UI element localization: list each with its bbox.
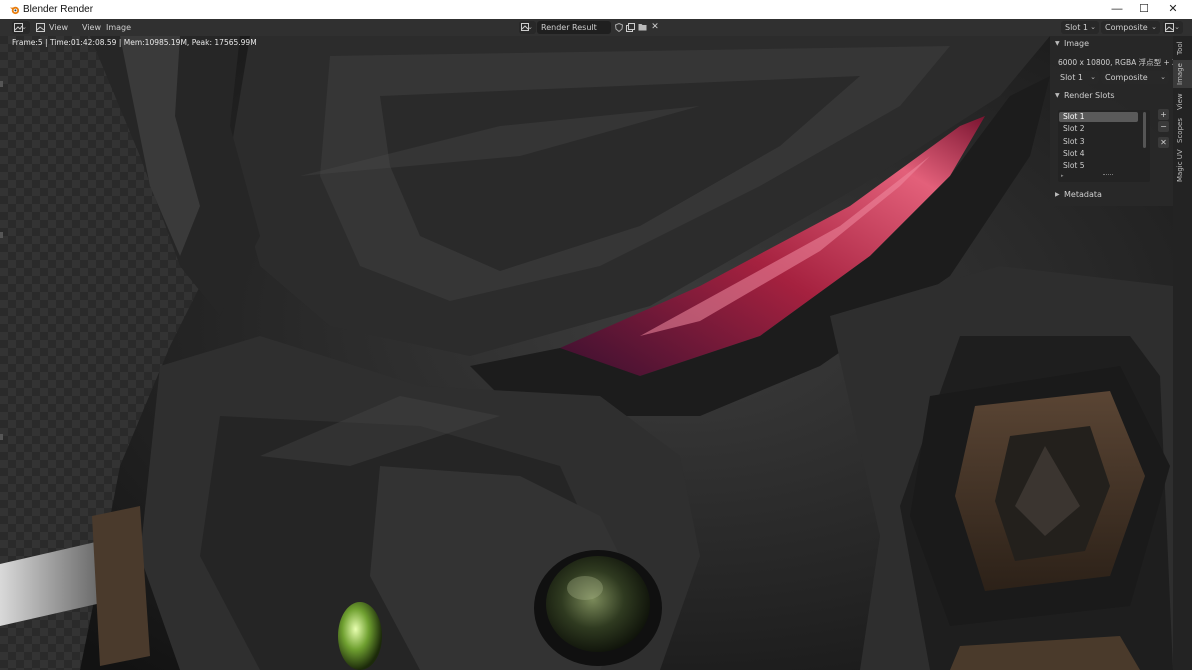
tab-tool[interactable]: Tool xyxy=(1173,36,1192,58)
image-name-label: Render Result xyxy=(541,23,597,32)
view-menu[interactable]: View xyxy=(82,21,101,34)
header-slot-dropdown[interactable]: Slot 1 ⌄ xyxy=(1061,21,1099,34)
image-editor-header: ⌄ View ⌄ View Image ⌄ Render Result ✕ xyxy=(0,19,1192,45)
unlink-image-button[interactable]: ✕ xyxy=(650,21,660,34)
render-slot-item[interactable]: Slot 4 xyxy=(1059,149,1138,159)
expanded-triangle-icon: ▼ xyxy=(1055,40,1060,47)
chevron-down-icon: ⌄ xyxy=(1160,73,1166,81)
sidebar-panel: ▼ Image 6000 x 10800, RGBA 浮点型 + Z Slot … xyxy=(1050,36,1177,206)
image-slot-label: Slot 1 xyxy=(1060,73,1083,82)
window-title: Blender Render xyxy=(23,4,94,15)
render-result-image xyxy=(0,36,1173,670)
view-dropdown-label: View xyxy=(49,23,68,32)
list-grip-icon[interactable] xyxy=(1103,174,1113,177)
tab-view[interactable]: View xyxy=(1173,90,1192,112)
tab-image[interactable]: Image xyxy=(1173,60,1192,88)
fake-user-button[interactable] xyxy=(613,21,624,34)
image-layer-label: Composite xyxy=(1105,73,1148,82)
collapsed-triangle-icon: ▶ xyxy=(1055,191,1060,198)
display-mode-icon xyxy=(1165,23,1174,32)
render-slot-item[interactable]: Slot 2 xyxy=(1059,124,1138,134)
list-resize-handle-icon[interactable]: ▸ xyxy=(1061,173,1064,179)
new-image-icon xyxy=(626,23,635,32)
render-slot-item[interactable]: Slot 5 xyxy=(1059,161,1138,171)
display-mode-dropdown[interactable]: ⌄ xyxy=(1163,21,1183,34)
image-name-field[interactable]: Render Result xyxy=(537,21,611,34)
header-layer-dropdown[interactable]: Composite ⌄ xyxy=(1101,21,1160,34)
tab-magic-uv[interactable]: Magic UV xyxy=(1173,148,1192,184)
editor-type-dropdown[interactable]: ⌄ xyxy=(12,21,30,34)
render-slots-list: Slot 1 Slot 2 Slot 3 Slot 4 Slot 5 ▸ xyxy=(1058,110,1150,182)
tab-view-label: View xyxy=(1176,93,1184,110)
render-slots-panel-header[interactable]: ▼ Render Slots xyxy=(1050,89,1173,103)
chevron-down-icon: ⌄ xyxy=(527,23,533,31)
region-edge-marker[interactable] xyxy=(0,232,3,238)
slot-list-scrollbar[interactable] xyxy=(1143,112,1146,148)
image-type-icon-button[interactable] xyxy=(34,21,46,34)
clear-slot-button[interactable]: ✕ xyxy=(1158,137,1169,148)
image-panel-header[interactable]: ▼ Image xyxy=(1050,37,1173,51)
image-resolution-info: 6000 x 10800, RGBA 浮点型 + Z xyxy=(1058,58,1178,67)
image-viewport[interactable]: Frame:5 | Time:01:42:08.59 | Mem:10985.1… xyxy=(0,36,1173,670)
metadata-panel-title: Metadata xyxy=(1064,190,1102,199)
image-menu[interactable]: Image xyxy=(106,21,131,34)
chevron-down-icon: ⌄ xyxy=(21,23,27,31)
chevron-down-icon: ⌄ xyxy=(1090,73,1096,81)
image-panel-title: Image xyxy=(1064,39,1090,48)
image-slot-dropdown[interactable]: Slot 1 ⌄ xyxy=(1056,71,1099,84)
folder-icon xyxy=(638,24,647,31)
chevron-down-icon: ⌄ xyxy=(1090,23,1096,31)
render-slots-panel-title: Render Slots xyxy=(1064,91,1115,100)
close-icon: ✕ xyxy=(651,22,659,32)
blender-logo-icon xyxy=(9,6,20,15)
chevron-down-icon: ⌄ xyxy=(1151,23,1157,31)
render-status-text: Frame:5 | Time:01:42:08.59 | Mem:10985.1… xyxy=(12,38,257,47)
image-icon xyxy=(35,23,45,32)
remove-slot-button[interactable]: − xyxy=(1158,121,1169,132)
open-image-button[interactable] xyxy=(637,21,648,34)
header-slot-label: Slot 1 xyxy=(1065,23,1088,32)
header-layer-label: Composite xyxy=(1105,23,1148,32)
render-slot-item[interactable]: Slot 1 xyxy=(1059,112,1138,122)
window-titlebar: Blender Render — ☐ ✕ xyxy=(0,0,1192,19)
region-edge-marker[interactable] xyxy=(0,81,3,87)
tab-magic-uv-label: Magic UV xyxy=(1176,149,1184,182)
tab-scopes[interactable]: Scopes xyxy=(1173,114,1192,146)
region-edge-marker[interactable] xyxy=(0,434,3,440)
image-browse-dropdown[interactable]: ⌄ xyxy=(519,21,536,34)
image-layer-dropdown[interactable]: Composite ⌄ xyxy=(1101,71,1169,84)
view-dropdown[interactable]: View ⌄ xyxy=(49,21,73,45)
expanded-triangle-icon: ▼ xyxy=(1055,92,1060,99)
render-slot-item[interactable]: Slot 3 xyxy=(1059,137,1138,147)
tab-image-label: Image xyxy=(1176,63,1184,85)
tab-scopes-label: Scopes xyxy=(1176,118,1184,143)
chevron-down-icon: ⌄ xyxy=(1174,23,1180,31)
maximize-button[interactable]: ☐ xyxy=(1131,1,1157,18)
tab-tool-label: Tool xyxy=(1176,41,1184,55)
close-window-button[interactable]: ✕ xyxy=(1160,1,1186,18)
metadata-panel-header[interactable]: ▶ Metadata xyxy=(1050,188,1173,202)
new-image-button[interactable] xyxy=(625,21,636,34)
minimize-button[interactable]: — xyxy=(1104,1,1130,18)
shield-icon xyxy=(614,22,623,33)
sidebar-tabs: Tool Image View Scopes Magic UV xyxy=(1173,36,1192,670)
add-slot-button[interactable]: + xyxy=(1158,109,1169,120)
